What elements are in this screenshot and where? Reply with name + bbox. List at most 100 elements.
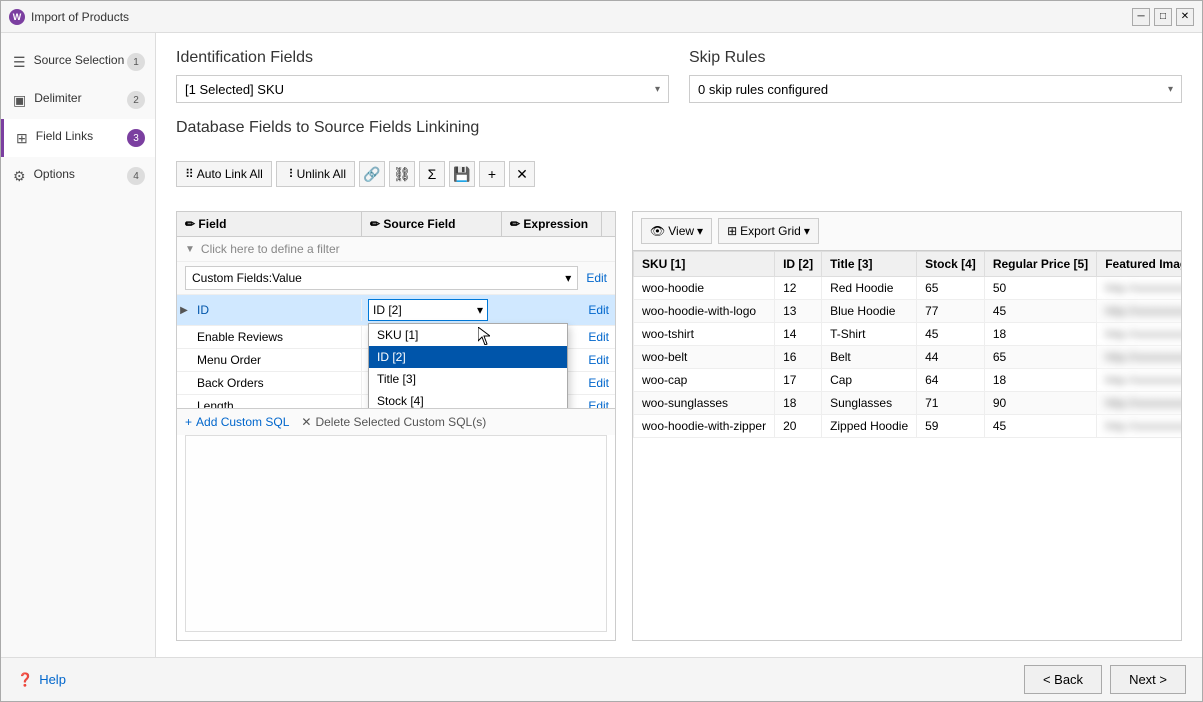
row-edit-length[interactable]: Edit bbox=[582, 399, 615, 408]
dropdown-option-stock[interactable]: Stock [4] bbox=[369, 390, 567, 408]
grid-cell-title: Red Hoodie bbox=[822, 277, 917, 300]
sidebar-label-source-selection: Source Selection bbox=[34, 53, 125, 67]
sidebar-number-4: 4 bbox=[127, 167, 145, 185]
row-field-id: ID bbox=[191, 299, 362, 321]
unlink-all-button[interactable]: ⠸ Unlink All bbox=[276, 161, 355, 187]
row-edit-back-orders[interactable]: Edit bbox=[582, 376, 615, 390]
row-edit-id[interactable]: Edit bbox=[582, 303, 615, 317]
sidebar-number-1: 1 bbox=[127, 53, 145, 71]
view-arrow-icon: ▾ bbox=[697, 224, 703, 238]
grid-cell-featured_image: http://xxxxxxxxxxxxxxx bbox=[1097, 277, 1181, 300]
delete-custom-sql-button[interactable]: ✕ Delete Selected Custom SQL(s) bbox=[301, 415, 486, 429]
grid-cell-sku: woo-tshirt bbox=[634, 323, 775, 346]
identification-dropdown[interactable]: [1 Selected] SKU ▾ bbox=[176, 75, 669, 103]
grid-cell-id: 13 bbox=[775, 300, 822, 323]
grid-cell-title: Sunglasses bbox=[822, 392, 917, 415]
close-button[interactable]: ✕ bbox=[1176, 8, 1194, 26]
grid-row: woo-belt16Belt4465http://xxxxxxxxxxxxxxx bbox=[634, 346, 1182, 369]
add-button[interactable]: + bbox=[479, 161, 505, 187]
grid-cell-title: Zipped Hoodie bbox=[822, 415, 917, 438]
grid-cell-title: T-Shirt bbox=[822, 323, 917, 346]
help-icon: ❓ bbox=[17, 672, 33, 688]
export-grid-button[interactable]: ⊞ Export Grid ▾ bbox=[718, 218, 819, 244]
identification-value: [1 Selected] SKU bbox=[185, 82, 284, 97]
identification-arrow-icon: ▾ bbox=[655, 84, 660, 95]
save-button[interactable]: 💾 bbox=[449, 161, 475, 187]
grid-cell-stock: 44 bbox=[917, 346, 985, 369]
field-links-icon: ⊞ bbox=[16, 130, 28, 147]
link-button[interactable]: 🔗 bbox=[359, 161, 385, 187]
data-grid: SKU [1] ID [2] Title [3] Stock [4] Regul… bbox=[633, 251, 1181, 640]
title-controls: ─ □ ✕ bbox=[1132, 8, 1194, 26]
table-row: ▶ ID ID [2] ▾ bbox=[177, 295, 615, 326]
custom-fields-dropdown[interactable]: Custom Fields:Value ▾ bbox=[185, 266, 578, 290]
grid-cell-sku: woo-belt bbox=[634, 346, 775, 369]
field-col-icon: ✏ bbox=[185, 217, 195, 231]
skip-rules-title: Skip Rules bbox=[689, 49, 1182, 67]
view-button[interactable]: 👁 View ▾ bbox=[641, 218, 712, 244]
delete-button[interactable]: ✕ bbox=[509, 161, 535, 187]
filter-row[interactable]: ▼ Click here to define a filter bbox=[177, 237, 615, 262]
grid-cell-stock: 65 bbox=[917, 277, 985, 300]
skip-rules-dropdown[interactable]: 0 skip rules configured ▾ bbox=[689, 75, 1182, 103]
grid-row: woo-hoodie12Red Hoodie6550http://xxxxxxx… bbox=[634, 277, 1182, 300]
options-icon: ⚙ bbox=[13, 168, 26, 185]
row-edit-menu-order[interactable]: Edit bbox=[582, 353, 615, 367]
export-arrow-icon: ▾ bbox=[804, 224, 810, 238]
row-field-length: Length bbox=[191, 395, 362, 408]
maximize-button[interactable]: □ bbox=[1154, 8, 1172, 26]
back-button[interactable]: < Back bbox=[1024, 665, 1102, 694]
source-dropdown[interactable]: ID [2] ▾ bbox=[368, 299, 488, 321]
view-icon: 👁 bbox=[650, 224, 665, 238]
grid-cell-stock: 59 bbox=[917, 415, 985, 438]
grid-row: woo-hoodie-with-logo13Blue Hoodie7745htt… bbox=[634, 300, 1182, 323]
sidebar-item-options[interactable]: ⚙ Options 4 bbox=[1, 157, 155, 195]
dropdown-option-sku[interactable]: SKU [1] bbox=[369, 324, 567, 346]
sql-area[interactable] bbox=[185, 435, 607, 633]
unlink-label: Unlink All bbox=[297, 167, 346, 181]
grid-cell-featured_image: http://xxxxxxxxxxxxxxx bbox=[1097, 346, 1181, 369]
grid-cell-regular_price: 18 bbox=[984, 323, 1096, 346]
source-dropdown-value: ID [2] bbox=[373, 303, 402, 317]
unlink-button[interactable]: ⛓ bbox=[389, 161, 415, 187]
grid-cell-regular_price: 90 bbox=[984, 392, 1096, 415]
export-icon: ⊞ bbox=[727, 224, 737, 238]
sum-button[interactable]: Σ bbox=[419, 161, 445, 187]
filter-text: Click here to define a filter bbox=[201, 242, 340, 256]
auto-link-all-button[interactable]: ⠿ Auto Link All bbox=[176, 161, 272, 187]
sidebar-item-field-links[interactable]: ⊞ Field Links 3 bbox=[1, 119, 155, 157]
grid-col-regular-price: Regular Price [5] bbox=[984, 252, 1096, 277]
export-grid-label: Export Grid bbox=[740, 224, 801, 238]
top-section: Identification Fields [1 Selected] SKU ▾… bbox=[176, 49, 1182, 103]
row-edit-enable-reviews[interactable]: Edit bbox=[582, 330, 615, 344]
main-content: ☰ Source Selection 1 ▣ Delimiter 2 ⊞ Fie… bbox=[1, 33, 1202, 657]
title-bar: W Import of Products ─ □ ✕ bbox=[1, 1, 1202, 33]
sidebar-number-2: 2 bbox=[127, 91, 145, 109]
auto-link-label: Auto Link All bbox=[197, 167, 263, 181]
identification-section: Identification Fields [1 Selected] SKU ▾ bbox=[176, 49, 669, 103]
delete-custom-sql-label: Delete Selected Custom SQL(s) bbox=[315, 415, 486, 429]
grid-row: woo-cap17Cap6418http://xxxxxxxxxxxxxxx bbox=[634, 369, 1182, 392]
grid-cell-id: 14 bbox=[775, 323, 822, 346]
help-link[interactable]: ❓ Help bbox=[17, 672, 66, 688]
window-title: Import of Products bbox=[31, 10, 129, 24]
next-button[interactable]: Next > bbox=[1110, 665, 1186, 694]
add-custom-sql-label: Add Custom SQL bbox=[196, 415, 289, 429]
grid-cell-sku: woo-sunglasses bbox=[634, 392, 775, 415]
minimize-button[interactable]: ─ bbox=[1132, 8, 1150, 26]
sidebar-item-source-selection[interactable]: ☰ Source Selection 1 bbox=[1, 43, 155, 81]
identification-title: Identification Fields bbox=[176, 49, 669, 67]
filter-icon: ▼ bbox=[185, 244, 195, 255]
row-field-enable-reviews: Enable Reviews bbox=[191, 326, 362, 348]
custom-fields-arrow-icon: ▾ bbox=[565, 271, 571, 285]
add-icon: + bbox=[185, 415, 192, 429]
grid-cell-sku: woo-cap bbox=[634, 369, 775, 392]
add-custom-sql-button[interactable]: + Add Custom SQL bbox=[185, 415, 289, 429]
dropdown-option-title[interactable]: Title [3] bbox=[369, 368, 567, 390]
sidebar-item-delimiter[interactable]: ▣ Delimiter 2 bbox=[1, 81, 155, 119]
grid-cell-regular_price: 45 bbox=[984, 415, 1096, 438]
custom-fields-row: Custom Fields:Value ▾ Edit bbox=[177, 262, 615, 295]
custom-fields-edit-link[interactable]: Edit bbox=[586, 271, 607, 285]
dropdown-option-id[interactable]: ID [2] bbox=[369, 346, 567, 368]
col-header-field: ✏ Field bbox=[177, 212, 362, 236]
